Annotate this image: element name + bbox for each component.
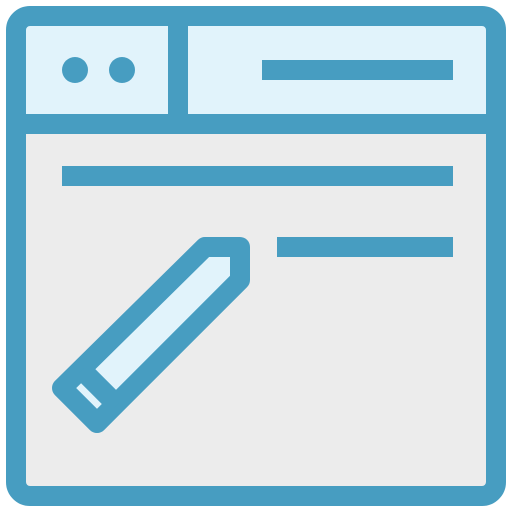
header-left-panel: [16, 16, 178, 124]
icon-svg: [6, 6, 506, 506]
window-dot-1: [62, 57, 88, 83]
browser-window-edit-icon: [0, 0, 512, 512]
window-dot-2: [109, 57, 135, 83]
